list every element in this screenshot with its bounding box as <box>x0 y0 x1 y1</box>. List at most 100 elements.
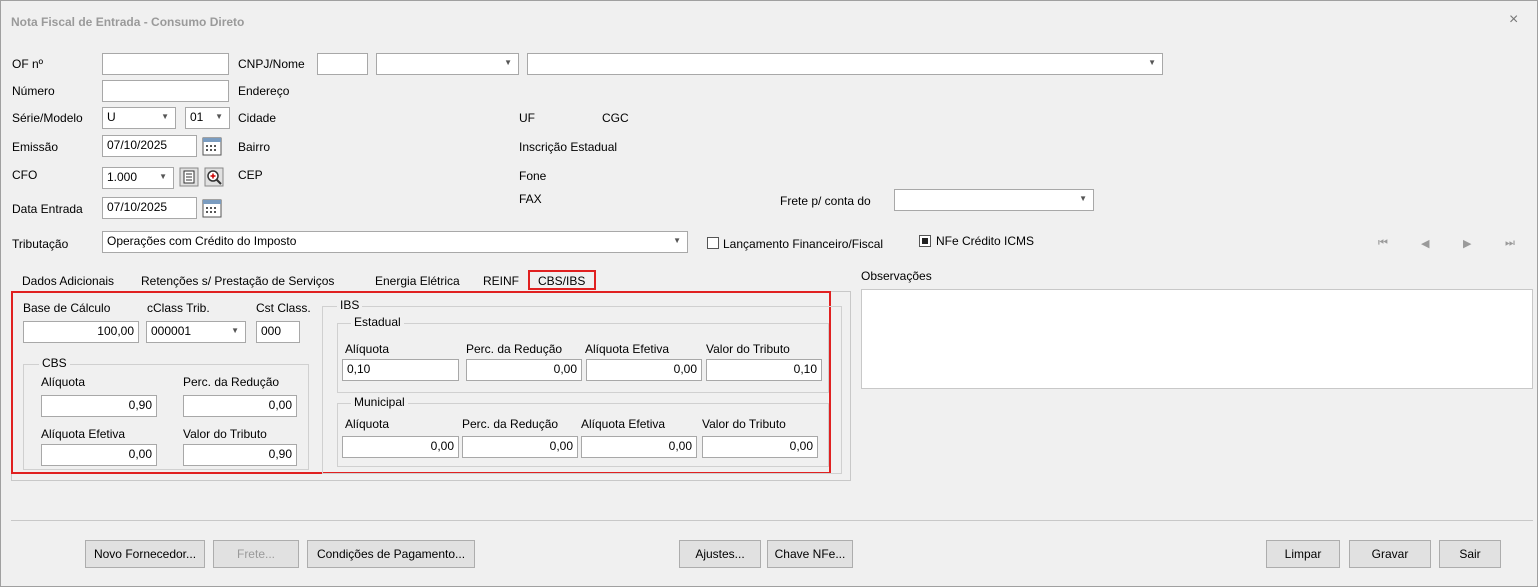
estadual-perc-reducao-input[interactable]: 0,00 <box>466 359 582 381</box>
cnpj-select[interactable]: ▼ <box>376 53 519 75</box>
cclass-trib-value: 000001 <box>151 324 192 338</box>
numero-label: Número <box>12 84 55 98</box>
estadual-valor-tributo-label: Valor do Tributo <box>706 342 790 356</box>
cfo-label: CFO <box>12 168 38 182</box>
nfe-credito-checkbox[interactable] <box>919 235 931 247</box>
municipal-aliquota-efetiva-label: Alíquota Efetiva <box>581 417 666 431</box>
ibs-group-title: IBS <box>337 298 363 312</box>
observacoes-label: Observações <box>861 269 932 283</box>
numero-input[interactable] <box>102 80 229 102</box>
chevron-down-icon: ▼ <box>215 112 223 121</box>
municipal-valor-tributo-label: Valor do Tributo <box>702 417 786 431</box>
estadual-perc-reducao-label: Perc. da Redução <box>466 342 563 356</box>
tributacao-select[interactable]: Operações com Crédito do Imposto ▼ <box>102 231 688 253</box>
cbs-aliquota-label: Alíquota <box>41 375 86 389</box>
ibs-estadual-group <box>337 323 829 393</box>
cbs-aliquota-efetiva-label: Alíquota Efetiva <box>41 427 126 441</box>
bairro-label: Bairro <box>238 140 271 154</box>
novo-fornecedor-button[interactable]: Novo Fornecedor... <box>85 540 205 568</box>
chevron-down-icon: ▼ <box>673 236 681 245</box>
endereco-label: Endereço <box>238 84 290 98</box>
chevron-down-icon: ▼ <box>1148 58 1156 67</box>
sair-button[interactable]: Sair <box>1439 540 1501 568</box>
frete-conta-label: Frete p/ conta do <box>780 194 871 208</box>
data-entrada-input[interactable]: 07/10/2025 <box>102 197 197 219</box>
lancamento-checkbox[interactable] <box>707 237 719 249</box>
first-record-icon[interactable]: ⏮ <box>1378 237 1388 250</box>
estadual-aliquota-input[interactable]: 0,10 <box>342 359 459 381</box>
prev-record-icon[interactable]: ◀ <box>1421 237 1429 250</box>
chave-nfe-button[interactable]: Chave NFe... <box>767 540 853 568</box>
footer-divider <box>11 520 1533 521</box>
frete-conta-select[interactable]: ▼ <box>894 189 1094 211</box>
close-icon[interactable]: × <box>1509 11 1518 29</box>
estadual-aliquota-efetiva-label: Alíquota Efetiva <box>585 342 670 356</box>
chevron-down-icon: ▼ <box>504 58 512 67</box>
serie-modelo-label: Série/Modelo <box>12 111 83 125</box>
zoom-search-icon[interactable] <box>204 167 224 187</box>
cgc-label: CGC <box>602 111 629 125</box>
cnpj-nome-label: CNPJ/Nome <box>238 57 305 71</box>
modelo-value: 01 <box>190 110 204 124</box>
condicoes-pagamento-button[interactable]: Condições de Pagamento... <box>307 540 475 568</box>
cfo-value: 1.000 <box>107 170 138 184</box>
municipal-aliquota-input[interactable]: 0,00 <box>342 436 459 458</box>
serie-value: U <box>107 110 116 124</box>
chevron-down-icon: ▼ <box>159 172 167 181</box>
chevron-down-icon: ▼ <box>231 326 239 335</box>
gravar-button[interactable]: Gravar <box>1349 540 1431 568</box>
fax-label: FAX <box>519 192 542 206</box>
municipal-aliquota-efetiva-input[interactable]: 0,00 <box>581 436 697 458</box>
cbs-aliquota-efetiva-input[interactable]: 0,00 <box>41 444 157 466</box>
tab-reinf[interactable]: REINF <box>483 274 519 288</box>
modelo-select[interactable]: 01 ▼ <box>185 107 230 129</box>
tab-retencoes[interactable]: Retenções s/ Prestação de Serviços <box>141 274 334 288</box>
calendar-icon[interactable] <box>202 198 222 218</box>
tributacao-value: Operações com Crédito do Imposto <box>107 234 297 248</box>
uf-label: UF <box>519 111 535 125</box>
cbs-valor-tributo-label: Valor do Tributo <box>183 427 267 441</box>
tab-dados-adicionais[interactable]: Dados Adicionais <box>22 274 114 288</box>
next-record-icon[interactable]: ▶ <box>1463 237 1471 250</box>
estadual-valor-tributo-input[interactable]: 0,10 <box>706 359 822 381</box>
cst-class-input[interactable]: 000 <box>256 321 300 343</box>
cclass-trib-select[interactable]: 000001 ▼ <box>146 321 246 343</box>
cst-class-label: Cst Class. <box>256 301 311 315</box>
serie-select[interactable]: U ▼ <box>102 107 176 129</box>
cbs-valor-tributo-input[interactable]: 0,90 <box>183 444 297 466</box>
limpar-button[interactable]: Limpar <box>1266 540 1340 568</box>
municipal-valor-tributo-input[interactable]: 0,00 <box>702 436 818 458</box>
cclass-trib-label: cClass Trib. <box>147 301 210 315</box>
dialog-window: Nota Fiscal de Entrada - Consumo Direto … <box>0 0 1538 587</box>
chevron-down-icon: ▼ <box>1079 194 1087 203</box>
inscricao-estadual-label: Inscrição Estadual <box>519 140 618 154</box>
calendar-icon[interactable] <box>202 136 222 156</box>
estadual-aliquota-efetiva-input[interactable]: 0,00 <box>586 359 702 381</box>
list-icon[interactable] <box>179 167 199 187</box>
last-record-icon[interactable]: ⏭ <box>1505 237 1515 250</box>
fone-label: Fone <box>519 169 547 183</box>
ibs-estadual-title: Estadual <box>351 315 404 329</box>
tab-cbs-ibs[interactable]: CBS/IBS <box>528 270 596 290</box>
base-calculo-label: Base de Cálculo <box>23 301 111 315</box>
window-title: Nota Fiscal de Entrada - Consumo Direto <box>11 15 245 29</box>
municipal-aliquota-label: Alíquota <box>345 417 390 431</box>
nome-select[interactable]: ▼ <box>527 53 1163 75</box>
nfe-credito-label: NFe Crédito ICMS <box>936 234 1035 248</box>
base-calculo-input[interactable]: 100,00 <box>23 321 139 343</box>
of-input[interactable] <box>102 53 229 75</box>
ajustes-button[interactable]: Ajustes... <box>679 540 761 568</box>
emissao-input[interactable]: 07/10/2025 <box>102 135 197 157</box>
municipal-perc-reducao-input[interactable]: 0,00 <box>462 436 578 458</box>
frete-button[interactable]: Frete... <box>213 540 299 568</box>
emissao-label: Emissão <box>12 140 59 154</box>
cbs-aliquota-input[interactable]: 0,90 <box>41 395 157 417</box>
of-label: OF nº <box>12 57 44 71</box>
observacoes-textarea[interactable] <box>861 289 1533 389</box>
cnpj-input[interactable] <box>317 53 368 75</box>
cfo-select[interactable]: 1.000 ▼ <box>102 167 174 189</box>
tributacao-label: Tributação <box>12 237 69 251</box>
cbs-perc-reducao-input[interactable]: 0,00 <box>183 395 297 417</box>
lancamento-label: Lançamento Financeiro/Fiscal <box>723 237 884 251</box>
tab-energia-eletrica[interactable]: Energia Elétrica <box>375 274 460 288</box>
